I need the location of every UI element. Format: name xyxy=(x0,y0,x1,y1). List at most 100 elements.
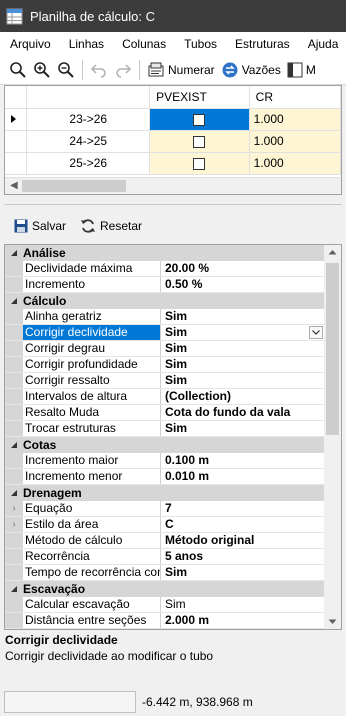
property-row[interactable]: Incremento menor 0.010 m xyxy=(5,469,324,485)
property-value[interactable]: Sim xyxy=(161,325,324,340)
grid-header-cr[interactable]: CR xyxy=(249,86,341,109)
reset-button[interactable]: Resetar xyxy=(80,218,142,234)
property-row[interactable]: Declividade máxima 20.00 % xyxy=(5,261,324,277)
expand-arrow-icon[interactable]: › xyxy=(5,501,23,516)
property-value[interactable]: Cota do fundo da vala xyxy=(161,405,324,420)
property-row[interactable]: Distância entre seções 2.000 m xyxy=(5,613,324,629)
property-row[interactable]: Corrigir ressalto Sim xyxy=(5,373,324,389)
property-row[interactable]: Calcular escavação Sim xyxy=(5,597,324,613)
property-row[interactable]: Corrigir degrau Sim xyxy=(5,341,324,357)
collapse-icon[interactable] xyxy=(5,581,23,597)
property-value[interactable]: Sim xyxy=(161,597,324,612)
pvexist-checkbox[interactable] xyxy=(193,135,206,148)
property-row[interactable]: Método de cálculo Método original xyxy=(5,533,324,549)
row-header[interactable] xyxy=(5,152,28,175)
property-row[interactable]: › Estilo da área C xyxy=(5,517,324,533)
expand-arrow-icon[interactable]: › xyxy=(5,517,23,532)
row-name-cell[interactable]: 25->26 xyxy=(26,152,151,175)
table-row[interactable]: 24->25 1.000 xyxy=(5,130,341,153)
row-header[interactable] xyxy=(5,108,28,131)
splitter[interactable] xyxy=(4,204,342,205)
pvexist-cell[interactable] xyxy=(149,108,250,131)
pvexist-cell[interactable] xyxy=(149,152,250,175)
property-value[interactable]: Método original xyxy=(161,533,324,548)
scroll-left-icon[interactable]: ◀ xyxy=(10,180,18,191)
collapse-icon[interactable] xyxy=(5,293,23,309)
property-value[interactable]: Sim xyxy=(161,357,324,372)
menu-estruturas[interactable]: Estruturas xyxy=(225,37,298,51)
property-value[interactable]: 0.100 m xyxy=(161,453,324,468)
property-value[interactable]: Sim xyxy=(161,565,324,580)
property-row-selected[interactable]: Corrigir declividade Sim xyxy=(5,325,324,341)
property-value[interactable]: 20.00 % xyxy=(161,261,324,276)
pvexist-cell[interactable] xyxy=(149,130,250,153)
property-row[interactable]: Incremento 0.50 % xyxy=(5,277,324,293)
cr-cell[interactable]: 1.000 xyxy=(249,152,341,175)
property-value[interactable]: Sim xyxy=(161,421,324,436)
dropdown-button[interactable] xyxy=(309,326,323,339)
property-value[interactable]: Sim xyxy=(161,373,324,388)
property-value[interactable]: 2.000 m xyxy=(161,613,324,628)
property-value[interactable]: Sim xyxy=(161,341,324,356)
grid-header-pvexist[interactable]: PVEXIST xyxy=(149,86,250,109)
table-row[interactable]: 23->26 1.000 xyxy=(5,108,341,131)
category-calculo[interactable]: Cálculo xyxy=(5,293,324,309)
save-button[interactable]: Salvar xyxy=(14,219,66,233)
zoom-button[interactable] xyxy=(6,59,30,81)
row-name-cell[interactable]: 24->25 xyxy=(26,130,151,153)
coordinates-readout: -6.442 m, 938.968 m xyxy=(142,695,253,709)
menu-bar: Arquivo Linhas Colunas Tubos Estruturas … xyxy=(0,32,346,55)
zoom-in-button[interactable] xyxy=(30,59,54,81)
property-row[interactable]: Corrigir profundidade Sim xyxy=(5,357,324,373)
property-value[interactable]: 5 anos xyxy=(161,549,324,564)
property-row[interactable]: Incremento maior 0.100 m xyxy=(5,453,324,469)
category-drenagem[interactable]: Drenagem xyxy=(5,485,324,501)
property-row[interactable]: Resalto Muda Cota do fundo da vala xyxy=(5,405,324,421)
pvexist-checkbox[interactable] xyxy=(193,157,206,170)
row-header[interactable] xyxy=(5,130,28,153)
redo-button[interactable] xyxy=(111,59,135,81)
property-row[interactable]: Intervalos de altura (Collection) xyxy=(5,389,324,405)
collapse-icon[interactable] xyxy=(5,485,23,501)
row-gutter xyxy=(5,469,23,484)
property-value[interactable]: 0.010 m xyxy=(161,469,324,484)
collapse-icon[interactable] xyxy=(5,437,23,453)
horizontal-scrollbar[interactable]: ◀ xyxy=(5,177,341,194)
scroll-up-icon[interactable] xyxy=(328,249,337,255)
property-value[interactable]: Sim xyxy=(161,309,324,324)
menu-ajuda[interactable]: Ajuda xyxy=(298,37,346,51)
menu-colunas[interactable]: Colunas xyxy=(112,37,174,51)
property-value[interactable]: (Collection) xyxy=(161,389,324,404)
row-name-cell[interactable]: 23->26 xyxy=(26,108,151,131)
zoom-out-button[interactable] xyxy=(54,59,78,81)
undo-button[interactable] xyxy=(87,59,111,81)
grid-header-name[interactable] xyxy=(26,86,151,109)
property-value[interactable]: 0.50 % xyxy=(161,277,324,292)
property-row[interactable]: › Equação 7 xyxy=(5,501,324,517)
property-row[interactable]: Alinha geratriz Sim xyxy=(5,309,324,325)
menu-linhas[interactable]: Linhas xyxy=(59,37,112,51)
vertical-scrollbar[interactable] xyxy=(324,245,341,629)
cr-cell[interactable]: 1.000 xyxy=(249,108,341,131)
collapse-icon[interactable] xyxy=(5,245,23,261)
table-row[interactable]: 25->26 1.000 xyxy=(5,152,341,175)
pvexist-checkbox[interactable] xyxy=(193,113,206,126)
property-value[interactable]: C xyxy=(161,517,324,532)
property-row[interactable]: Recorrência 5 anos xyxy=(5,549,324,565)
scroll-down-icon[interactable] xyxy=(328,619,337,625)
property-value[interactable]: 7 xyxy=(161,501,324,516)
vazoes-button[interactable]: Vazões xyxy=(218,59,284,81)
property-name: Trocar estruturas xyxy=(23,421,161,436)
scrollbar-thumb[interactable] xyxy=(22,180,126,192)
scrollbar-thumb[interactable] xyxy=(326,263,339,435)
cr-cell[interactable]: 1.000 xyxy=(249,130,341,153)
category-escavacao[interactable]: Escavação xyxy=(5,581,324,597)
m-button[interactable]: M xyxy=(284,59,319,81)
menu-arquivo[interactable]: Arquivo xyxy=(0,37,59,51)
category-cotas[interactable]: Cotas xyxy=(5,437,324,453)
menu-tubos[interactable]: Tubos xyxy=(174,37,225,51)
numerar-button[interactable]: Numerar xyxy=(144,59,218,81)
property-row[interactable]: Trocar estruturas Sim xyxy=(5,421,324,437)
property-row[interactable]: Tempo de recorrência cons Sim xyxy=(5,565,324,581)
category-analise[interactable]: Análise xyxy=(5,245,324,261)
